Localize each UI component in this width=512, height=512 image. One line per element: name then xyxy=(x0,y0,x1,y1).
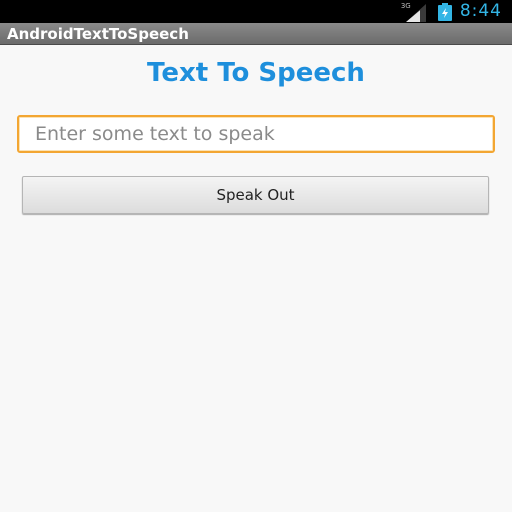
signal-indicator: 3G xyxy=(400,2,430,22)
page-title: Text To Speech xyxy=(147,58,365,88)
speak-out-button[interactable]: Speak Out xyxy=(22,176,489,214)
app-title: AndroidTextToSpeech xyxy=(7,25,189,43)
status-icons: 3G 8:44 xyxy=(400,0,502,23)
speech-text-input[interactable] xyxy=(17,115,495,153)
status-bar: 3G 8:44 xyxy=(0,0,512,23)
clock: 8:44 xyxy=(459,1,502,21)
title-bar: AndroidTextToSpeech xyxy=(0,23,512,45)
signal-icon xyxy=(405,3,426,22)
battery-icon xyxy=(437,2,452,21)
